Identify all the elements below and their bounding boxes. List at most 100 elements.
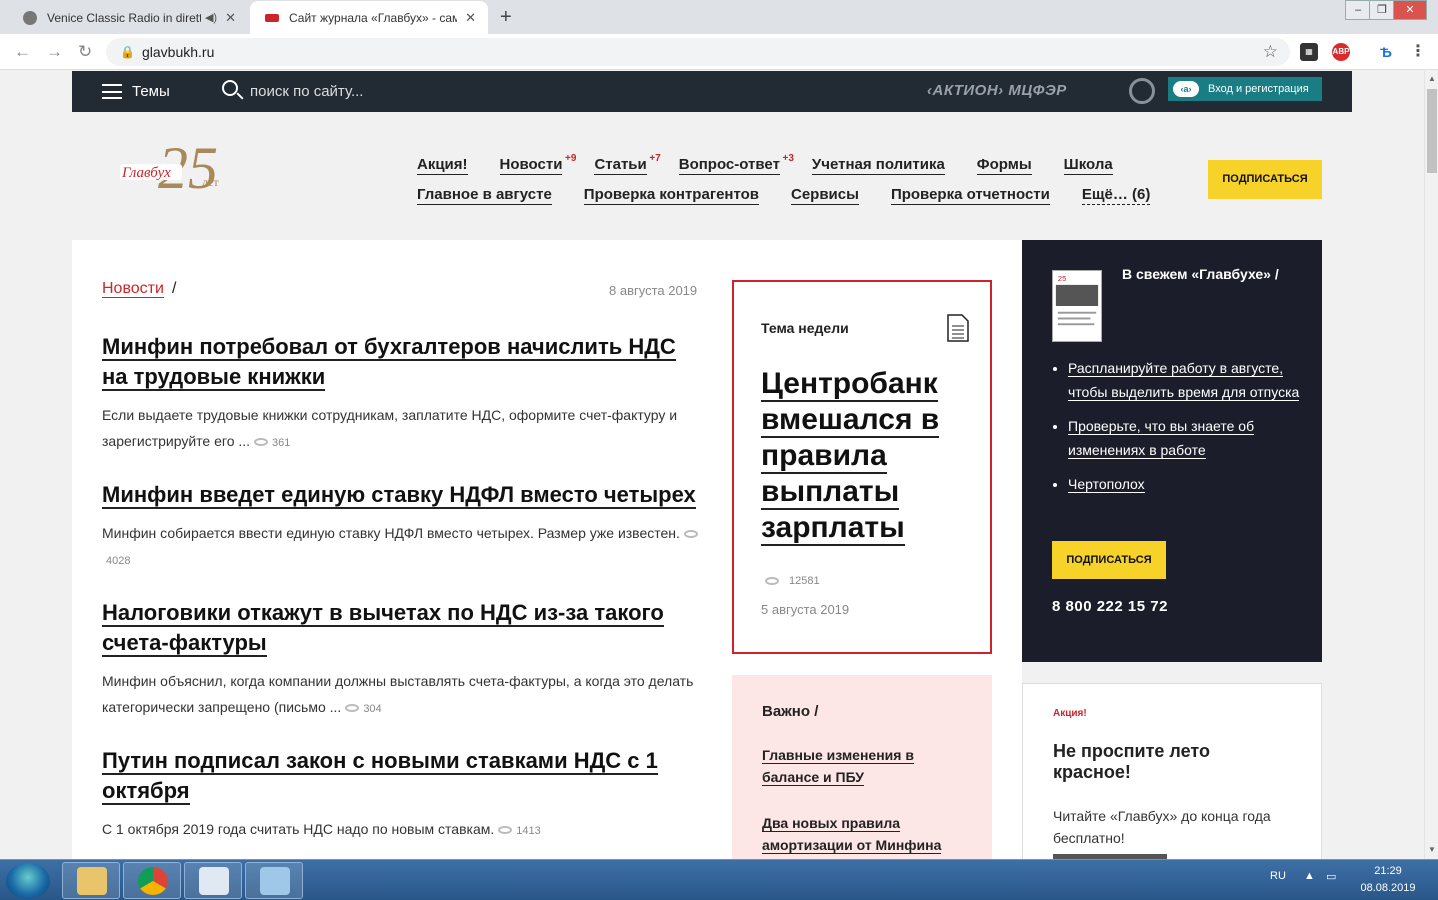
forward-icon[interactable]: → (46, 42, 63, 62)
windows-taskbar: RU ▲ ▭ 21:29 08.08.2019 (0, 859, 1438, 900)
breadcrumb: Новости / (102, 280, 176, 298)
menu-item[interactable]: Статьи +7 (594, 153, 661, 175)
login-label: Вход и регистрация (1208, 83, 1309, 95)
menu-item[interactable]: Проверка отчетности (890, 186, 1050, 205)
new-tab-icon[interactable]: + (500, 6, 512, 29)
eye-icon (498, 826, 513, 835)
page-scrollbar[interactable]: ▲ ▼ (1424, 71, 1438, 859)
close-tab-icon[interactable]: ✕ (225, 10, 236, 26)
scroll-up-icon[interactable]: ▲ (1428, 74, 1436, 83)
clock-date: 08.08.2019 (1360, 882, 1416, 894)
aktion-id-icon: ‹a› (1173, 81, 1199, 97)
menu-item-label: Учетная политика (811, 156, 945, 173)
menu-item[interactable]: Проверка контрагентов (583, 186, 759, 205)
minimize-window-icon[interactable]: – (1345, 0, 1371, 20)
news-section-link[interactable]: Новости (102, 280, 164, 298)
header-subscribe-button[interactable]: ПОДПИСАТЬСЯ (1208, 160, 1322, 199)
menu-item[interactable]: Новости +9 (499, 153, 576, 175)
taskbar-explorer[interactable] (62, 862, 120, 899)
site-search-input[interactable]: поиск по сайту... (250, 83, 363, 100)
news-item: Минфин введет единую ставку НДФЛ вместо … (102, 480, 702, 574)
news-title[interactable]: Минфин введет единую ставку НДФЛ вместо … (102, 480, 702, 510)
news-excerpt: Минфин собирается ввести единую ставку Н… (102, 520, 702, 574)
language-indicator[interactable]: RU (1270, 870, 1286, 882)
magazine-cover-image[interactable]: 25 (1052, 270, 1102, 342)
close-window-icon[interactable]: ✕ (1393, 0, 1427, 20)
main-menu: Акция! Новости +9 Статьи +7 Вопрос-ответ +3 Уче… (417, 153, 1151, 216)
glavbukh-favicon-icon (265, 13, 279, 22)
restore-window-icon[interactable]: ❐ (1369, 0, 1395, 20)
lifebuoy-icon[interactable] (1129, 78, 1155, 104)
tab-title: Сайт журнала «Главбух» - самый (289, 10, 458, 25)
news-title[interactable]: Минфин потребовал от бухгалтеров начисли… (102, 332, 702, 392)
scrollbar-thumb[interactable] (1427, 89, 1437, 173)
view-count: 4028 (106, 555, 131, 567)
bookmark-star-icon[interactable]: ☆ (1263, 38, 1278, 66)
important-link[interactable]: Два новых правила амортизации от Минфина (762, 812, 962, 856)
reload-icon[interactable]: ↻ (78, 42, 92, 62)
menu-item[interactable]: Главное в августе (417, 186, 552, 205)
breadcrumb-separator: / (171, 280, 177, 297)
address-bar[interactable]: 🔒 glavbukh.ru ☆ (106, 38, 1290, 66)
eye-icon (345, 704, 360, 713)
news-title[interactable]: Налоговики откажут в вычетах по НДС из-з… (102, 598, 702, 658)
hamburger-menu-icon[interactable] (102, 84, 122, 99)
folder-icon (77, 867, 107, 895)
menu-item[interactable]: Формы (976, 156, 1032, 175)
news-title[interactable]: Путин подписал закон с новыми ставками Н… (102, 746, 702, 806)
taskbar-word[interactable] (184, 862, 242, 899)
aktion-brand-logo[interactable]: ‹АКТИОН› МЦФЭР (927, 82, 1067, 99)
fresh-issue-sidebar: 25 В свежем «Главбухе» / Распланируйте р… (1022, 240, 1322, 662)
sidebar-subscribe-button[interactable]: ПОДПИСАТЬСЯ (1052, 541, 1166, 579)
web-page: Темы поиск по сайту... ‹АКТИОН› МЦФЭР ‹a… (0, 71, 1424, 859)
news-excerpt: Если выдаете трудовые книжки сотрудникам… (102, 407, 678, 449)
scroll-down-icon[interactable]: ▼ (1428, 845, 1436, 854)
browser-tab-active[interactable]: Сайт журнала «Главбух» - самый ✕ (250, 1, 488, 34)
back-icon[interactable]: ← (14, 42, 31, 62)
menu-item[interactable]: Сервисы (791, 186, 859, 205)
menu-item-count-badge: +3 (782, 153, 794, 164)
menu-item-label: Формы (976, 156, 1032, 173)
word-document-icon (199, 867, 229, 895)
taskbar-chrome[interactable] (123, 862, 181, 899)
topic-views: 12581 (761, 575, 820, 587)
menu-item[interactable]: Акция! (417, 156, 468, 175)
tray-expand-icon[interactable]: ▲ (1304, 870, 1315, 882)
eye-icon (683, 530, 698, 539)
fresh-issue-link[interactable]: Проверьте, что вы знаете об изменениях в… (1068, 414, 1308, 462)
topic-of-week-card[interactable]: Тема недели Центробанк вмешался в правил… (732, 280, 992, 654)
menu-item[interactable]: Ещё… (6) (1081, 186, 1151, 205)
important-link[interactable]: Главные изменения в балансе и ПБУ (762, 744, 962, 788)
translate-extension-icon[interactable]: Ѣ (1377, 43, 1395, 61)
close-tab-icon[interactable]: ✕ (465, 10, 476, 26)
network-icon[interactable]: ▭ (1326, 870, 1336, 883)
fresh-issue-link[interactable]: Чертополох (1068, 472, 1308, 496)
login-register-button[interactable]: ‹a› Вход и регистрация (1168, 77, 1322, 101)
system-clock[interactable]: 21:29 08.08.2019 (1350, 863, 1426, 897)
lock-icon[interactable]: 🔒 (120, 38, 135, 66)
menu-item[interactable]: Вопрос-ответ +3 (678, 153, 794, 175)
svg-text:25: 25 (1058, 274, 1067, 283)
menu-item-label: Новости (499, 156, 563, 173)
start-button[interactable] (6, 863, 50, 899)
news-date: 8 августа 2019 (609, 283, 698, 298)
extension-icon[interactable]: ▦ (1300, 43, 1318, 61)
phone-number[interactable]: 8 800 222 15 72 (1052, 598, 1168, 615)
fresh-issue-link[interactable]: Распланируйте работу в августе, чтобы вы… (1068, 356, 1308, 404)
menu-item[interactable]: Учетная политика (811, 156, 945, 175)
adblock-icon[interactable]: ABP (1332, 43, 1350, 61)
eye-icon (765, 577, 779, 586)
promo-card[interactable]: Акция! Не проспите лето красное! Читайте… (1022, 683, 1322, 859)
menu-item-count-badge: +9 (565, 153, 577, 164)
topic-title[interactable]: Центробанк вмешался в правила выплаты за… (761, 366, 961, 546)
glavbukh-25-logo[interactable]: 25 Главбух лет (118, 136, 228, 206)
chrome-menu-icon[interactable]: ⋮ (1409, 43, 1427, 61)
themes-menu[interactable]: Темы (132, 83, 170, 100)
speaker-icon[interactable]: ◀) (205, 11, 217, 24)
search-icon[interactable] (222, 80, 238, 96)
fresh-issue-title[interactable]: В свежем «Главбухе» / (1122, 266, 1279, 282)
menu-item[interactable]: Школа (1063, 156, 1113, 175)
news-excerpt: С 1 октября 2019 года считать НДС надо п… (102, 821, 541, 837)
taskbar-notepad[interactable] (245, 862, 303, 899)
browser-tab[interactable]: Venice Classic Radio in diretta ◀) ✕ (8, 1, 248, 34)
